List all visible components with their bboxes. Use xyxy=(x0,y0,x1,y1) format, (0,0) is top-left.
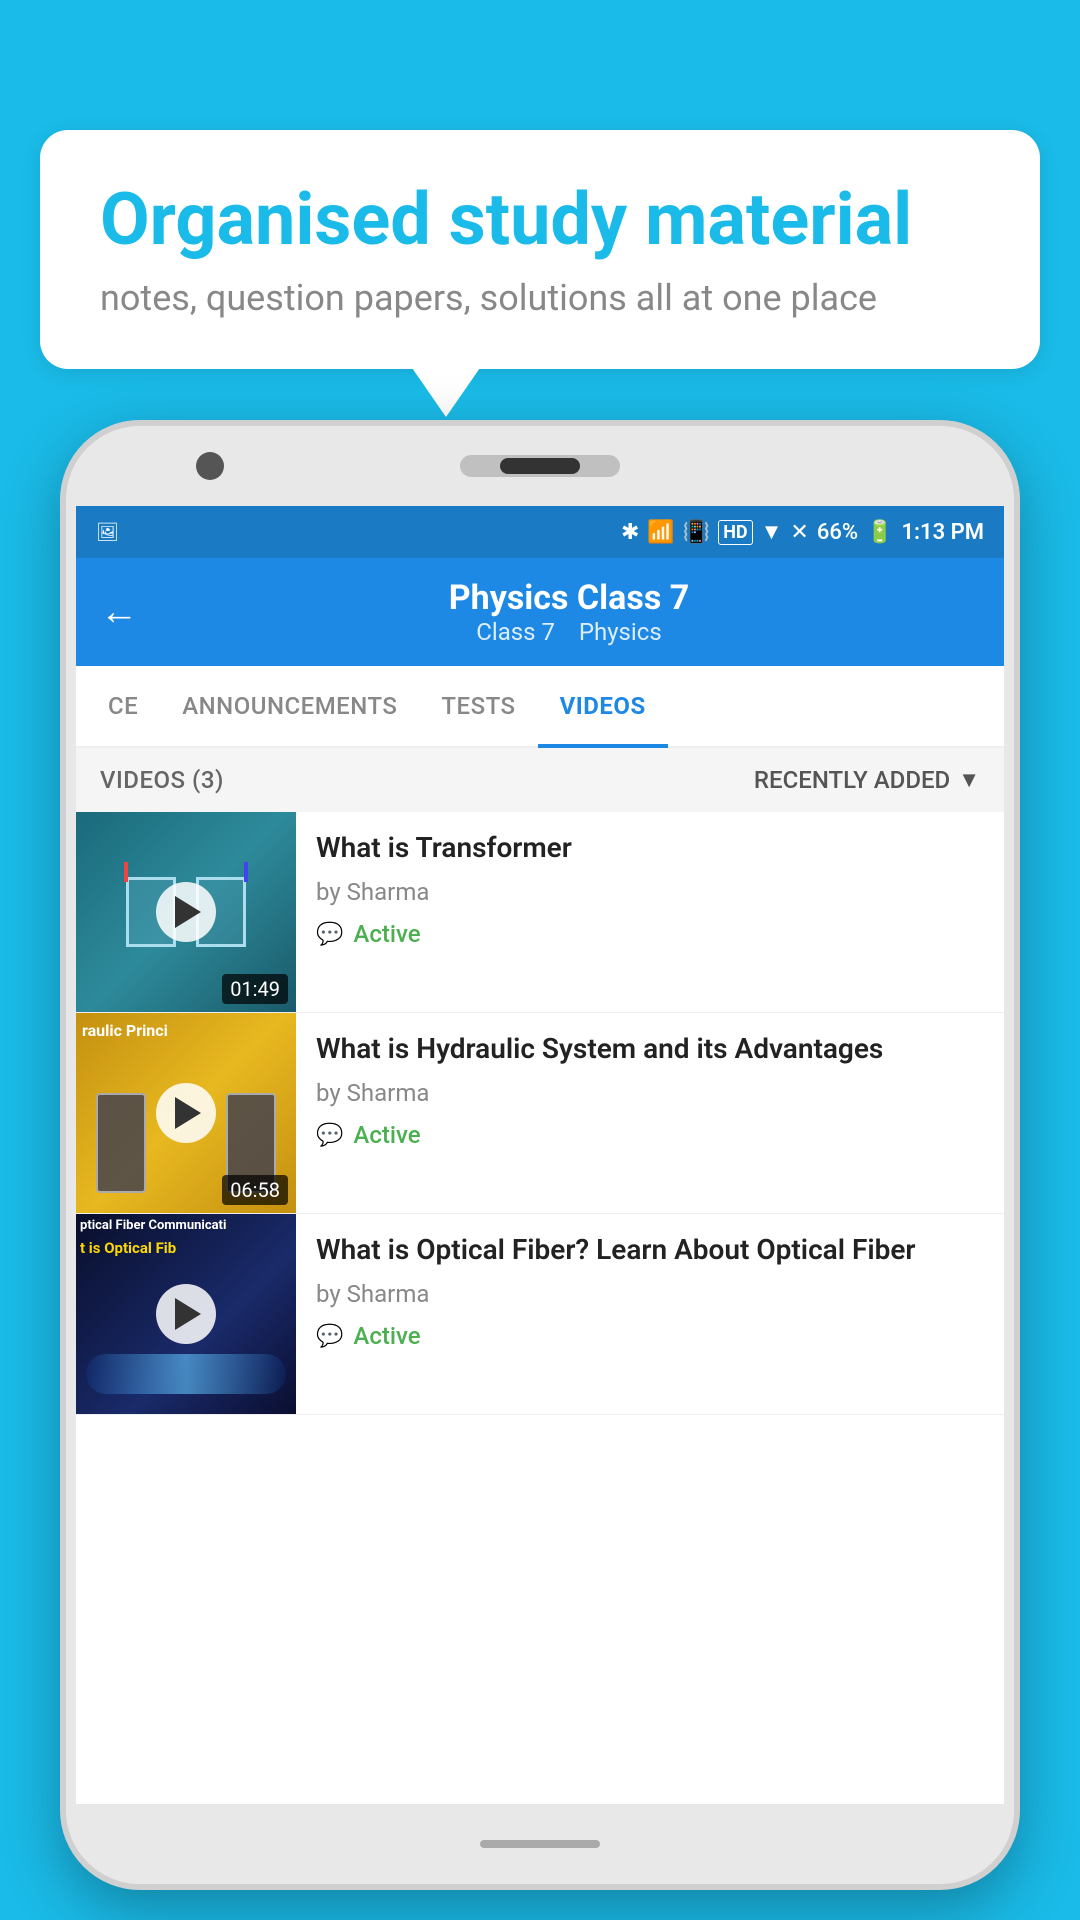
phone-bottom-bezel xyxy=(66,1804,1014,1884)
page-subtitle: Class 7 Physics xyxy=(158,618,980,646)
video-thumbnail-3: ptical Fiber Communicati t is Optical Fi… xyxy=(76,1214,296,1414)
play-icon xyxy=(175,1298,201,1330)
table-row[interactable]: ptical Fiber Communicati t is Optical Fi… xyxy=(76,1214,1004,1415)
tabs-bar: CE ANNOUNCEMENTS TESTS VIDEOS xyxy=(76,666,1004,748)
play-icon xyxy=(175,896,201,928)
hydraulic-label: raulic Princi xyxy=(82,1021,168,1040)
play-button-3[interactable] xyxy=(156,1284,216,1344)
signal-icon: 📶 xyxy=(647,520,674,545)
tab-announcements[interactable]: ANNOUNCEMENTS xyxy=(160,666,419,746)
video-title-3: What is Optical Fiber? Learn About Optic… xyxy=(316,1232,984,1268)
status-badge-3: Active xyxy=(353,1322,420,1350)
header-title-block: Physics Class 7 Class 7 Physics xyxy=(158,578,980,646)
subject-label: Physics xyxy=(579,618,662,646)
phone-screen: 🖼 ✱ 📶 📳 HD ▼ ✕ 66% 🔋 1:13 PM ← Physics C… xyxy=(76,506,1004,1804)
notification-icon: 🖼 xyxy=(96,522,119,543)
camera-lens xyxy=(196,452,224,480)
phone-top-bezel xyxy=(66,426,1014,506)
tab-ce[interactable]: CE xyxy=(86,666,160,746)
volume-down-button xyxy=(60,806,64,896)
chevron-down-icon: ▼ xyxy=(958,767,980,793)
table-row[interactable]: 01:49 What is Transformer by Sharma 💬 Ac… xyxy=(76,812,1004,1013)
video-author-1: by Sharma xyxy=(316,878,984,906)
video-status-1: 💬 Active xyxy=(316,920,984,948)
play-button-1[interactable] xyxy=(156,882,216,942)
tab-tests[interactable]: TESTS xyxy=(419,666,537,746)
power-button xyxy=(1016,646,1020,716)
status-left: 🖼 xyxy=(96,522,119,543)
bubble-title: Organised study material xyxy=(100,180,980,259)
video-info-1: What is Transformer by Sharma 💬 Active xyxy=(296,812,1004,966)
wifi-icon: ▼ xyxy=(761,519,783,545)
bubble-subtitle: notes, question papers, solutions all at… xyxy=(100,277,980,319)
play-icon xyxy=(175,1097,201,1129)
chat-icon-2: 💬 xyxy=(316,1123,343,1148)
back-button[interactable]: ← xyxy=(100,590,138,634)
battery-percent: 66% xyxy=(817,520,858,545)
video-author-2: by Sharma xyxy=(316,1079,984,1107)
sort-label: RECENTLY ADDED xyxy=(754,766,950,794)
video-duration-2: 06:58 xyxy=(222,1175,288,1205)
sort-button[interactable]: RECENTLY ADDED ▼ xyxy=(754,766,980,794)
battery-icon: 🔋 xyxy=(866,520,893,545)
tab-videos[interactable]: VIDEOS xyxy=(538,666,668,746)
status-badge-1: Active xyxy=(353,920,420,948)
video-status-2: 💬 Active xyxy=(316,1121,984,1149)
speech-bubble: Organised study material notes, question… xyxy=(40,130,1040,369)
chat-icon-1: 💬 xyxy=(316,922,343,947)
play-button-2[interactable] xyxy=(156,1083,216,1143)
mute-button xyxy=(60,626,64,676)
data-icon: ✕ xyxy=(790,520,808,545)
chat-icon-3: 💬 xyxy=(316,1324,343,1349)
status-badge-2: Active xyxy=(353,1121,420,1149)
video-title-2: What is Hydraulic System and its Advanta… xyxy=(316,1031,984,1067)
time-display: 1:13 PM xyxy=(901,520,984,545)
phone-frame: 🖼 ✱ 📶 📳 HD ▼ ✕ 66% 🔋 1:13 PM ← Physics C… xyxy=(60,420,1020,1890)
table-row[interactable]: raulic Princi 06:58 What is Hydraulic Sy… xyxy=(76,1013,1004,1214)
video-thumbnail-2: raulic Princi 06:58 xyxy=(76,1013,296,1213)
status-bar: 🖼 ✱ 📶 📳 HD ▼ ✕ 66% 🔋 1:13 PM xyxy=(76,506,1004,558)
fiber-label-1: ptical Fiber Communicati t is Optical Fi… xyxy=(80,1218,226,1258)
video-author-3: by Sharma xyxy=(316,1280,984,1308)
video-list: 01:49 What is Transformer by Sharma 💬 Ac… xyxy=(76,812,1004,1415)
videos-section-header: VIDEOS (3) RECENTLY ADDED ▼ xyxy=(76,748,1004,812)
app-header: ← Physics Class 7 Class 7 Physics xyxy=(76,558,1004,666)
status-right: ✱ 📶 📳 HD ▼ ✕ 66% 🔋 1:13 PM xyxy=(621,519,984,545)
page-title: Physics Class 7 xyxy=(158,578,980,618)
video-thumbnail-1: 01:49 xyxy=(76,812,296,1012)
video-title-1: What is Transformer xyxy=(316,830,984,866)
volume-up-button xyxy=(60,696,64,786)
video-info-3: What is Optical Fiber? Learn About Optic… xyxy=(296,1214,1004,1368)
videos-count: VIDEOS (3) xyxy=(100,766,224,794)
class-label: Class 7 xyxy=(476,618,555,646)
video-info-2: What is Hydraulic System and its Advanta… xyxy=(296,1013,1004,1167)
vibrate-icon: 📳 xyxy=(683,520,710,545)
video-duration-1: 01:49 xyxy=(222,974,288,1004)
home-button-top xyxy=(500,458,580,474)
video-status-3: 💬 Active xyxy=(316,1322,984,1350)
hd-badge: HD xyxy=(718,520,752,545)
home-indicator xyxy=(480,1840,600,1848)
bluetooth-icon: ✱ xyxy=(621,520,639,545)
